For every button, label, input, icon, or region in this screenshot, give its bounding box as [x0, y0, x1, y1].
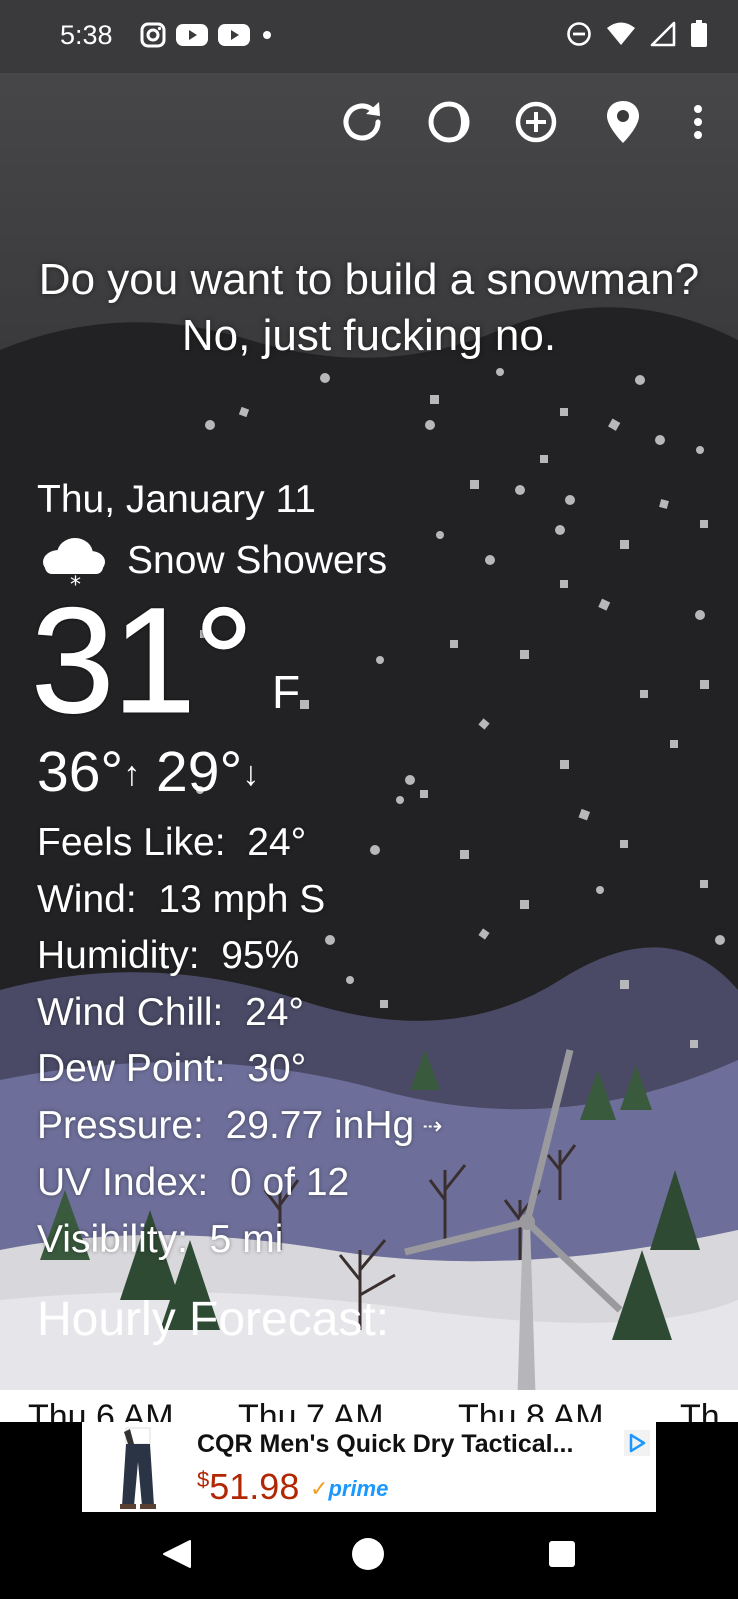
prime-badge: ✓prime	[310, 1476, 389, 1501]
app-toolbar	[0, 73, 738, 173]
pressure-trend-icon: ⇢	[422, 1112, 443, 1140]
instagram-icon	[140, 22, 166, 53]
arrow-up-icon: ↑	[123, 755, 141, 793]
dnd-icon	[566, 21, 592, 52]
current-temperature: 31°	[31, 576, 255, 744]
detail-label: Wind:	[37, 877, 137, 921]
visibility-row: Visibility: 5 mi	[37, 1212, 442, 1269]
headline-text: Do you want to build a snowman? No, just…	[38, 255, 700, 360]
prime-label: prime	[328, 1476, 389, 1501]
hourly-item-label[interactable]: Thu 6 AM	[28, 1398, 174, 1422]
youtube-icon	[218, 23, 250, 52]
recents-icon	[547, 1539, 577, 1574]
forecast-date: Thu, January 11	[37, 478, 316, 521]
low-temperature: 29°	[156, 740, 243, 804]
signal-icon	[650, 21, 676, 52]
more-options-button[interactable]	[672, 98, 724, 150]
detail-label: Visibility:	[37, 1217, 188, 1261]
refresh-icon	[339, 99, 385, 150]
hourly-item-label[interactable]: Thu 7 AM	[238, 1398, 384, 1422]
wind-row: Wind: 13 mph S	[37, 872, 442, 929]
detail-value: 30°	[247, 1047, 307, 1090]
current-weather: Thu, January 11 * Snow Showers 31° F 36°…	[31, 475, 443, 1346]
humidity-row: Humidity: 95%	[37, 928, 442, 985]
detail-value: 5 mi	[209, 1217, 284, 1261]
add-location-icon	[513, 99, 559, 150]
arrow-down-icon: ↓	[242, 755, 260, 793]
dot-icon	[260, 28, 274, 47]
wifi-icon	[606, 21, 636, 52]
location-pin-icon	[603, 99, 643, 150]
detail-value: 24°	[247, 821, 307, 864]
recents-button[interactable]	[540, 1534, 584, 1578]
detail-label: Humidity:	[37, 934, 200, 977]
add-location-button[interactable]	[510, 98, 562, 150]
price-value: 51.98	[209, 1466, 300, 1507]
hourly-item-label[interactable]: Thu 8 AM	[458, 1398, 604, 1422]
ad-title: CQR Men's Quick Dry Tactical...	[197, 1430, 574, 1458]
high-low-row: 36°↑ 29°↓	[37, 738, 259, 808]
detail-label: Feels Like:	[37, 821, 226, 864]
temperature-unit: F	[272, 666, 301, 718]
notification-icons	[140, 22, 274, 53]
currency-symbol: $	[197, 1467, 210, 1492]
product-image	[108, 1426, 168, 1510]
adchoices-icon[interactable]	[624, 1430, 650, 1456]
ad-banner[interactable]: CQR Men's Quick Dry Tactical... $51.98 ✓…	[82, 1422, 656, 1512]
status-time: 5:38	[60, 20, 113, 50]
detail-value: 24°	[245, 990, 305, 1034]
hourly-forecast-strip[interactable]: Thu 6 AM Thu 7 AM Thu 8 AM Th	[0, 1390, 738, 1422]
detail-value: 29.77 inHg	[225, 1103, 415, 1147]
more-vert-icon	[692, 104, 704, 145]
battery-icon	[690, 20, 708, 53]
ad-price: $51.98	[197, 1466, 299, 1508]
back-button[interactable]	[155, 1534, 199, 1578]
detail-label: UV Index:	[37, 1161, 209, 1204]
home-button[interactable]	[346, 1534, 390, 1578]
detail-label: Pressure:	[37, 1103, 204, 1147]
system-status-icons	[566, 20, 708, 53]
system-nav-bar	[0, 1512, 738, 1599]
detail-label: Dew Point:	[37, 1047, 226, 1090]
hourly-forecast-title: Hourly Forecast:	[37, 1293, 390, 1346]
refresh-button[interactable]	[336, 98, 388, 150]
theme-button[interactable]	[423, 98, 475, 150]
hourly-item-label[interactable]: Th	[680, 1398, 720, 1422]
wind-chill-row: Wind Chill: 24°	[37, 985, 442, 1042]
detail-label: Wind Chill:	[37, 990, 224, 1034]
pressure-row: Pressure: 29.77 inHg ⇢	[37, 1098, 442, 1156]
dew-point-row: Dew Point: 30°	[37, 1041, 442, 1098]
theme-icon	[426, 99, 472, 150]
status-bar: 5:38	[0, 0, 738, 73]
detail-value: 13 mph S	[158, 877, 326, 921]
detail-value: 0 of 12	[229, 1161, 350, 1204]
location-button[interactable]	[597, 98, 649, 150]
feels-like-row: Feels Like: 24°	[37, 815, 442, 872]
back-icon	[160, 1537, 194, 1576]
detail-value: 95%	[221, 934, 300, 977]
ad-container: CQR Men's Quick Dry Tactical... $51.98 ✓…	[0, 1422, 738, 1512]
home-icon	[350, 1536, 386, 1577]
weather-details: Feels Like: 24° Wind: 13 mph S Humidity:…	[37, 815, 442, 1268]
uv-index-row: UV Index: 0 of 12	[37, 1155, 442, 1212]
youtube-icon	[176, 23, 208, 52]
high-temperature: 36°	[37, 740, 124, 804]
